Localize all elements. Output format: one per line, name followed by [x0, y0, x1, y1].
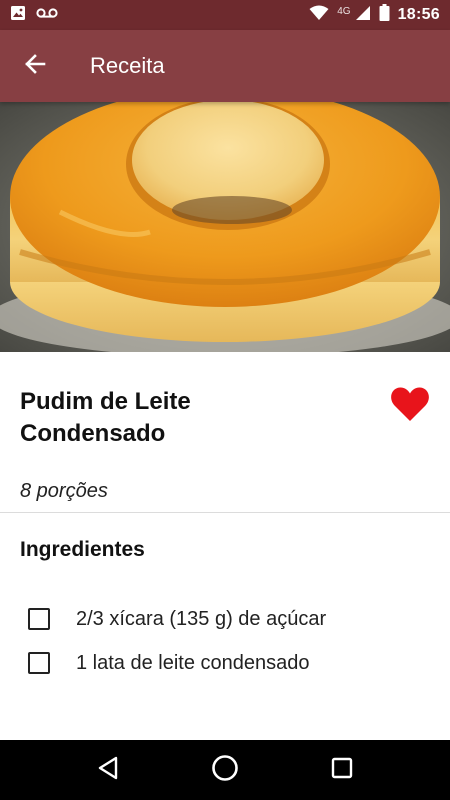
favorite-button[interactable] [390, 386, 430, 424]
recipe-image [0, 102, 450, 352]
title-row: Pudim de Leite Condensado [0, 352, 450, 462]
network-type: 4G [337, 5, 351, 17]
recipe-title: Pudim de Leite Condensado [20, 388, 191, 447]
ingredient-label: 2/3 xícara (135 g) de açúcar [76, 607, 327, 630]
nav-back-button[interactable] [78, 740, 138, 800]
back-button[interactable] [0, 30, 70, 102]
nav-home-button[interactable] [195, 740, 255, 800]
app-bar: Receita [0, 30, 450, 102]
status-left [10, 5, 58, 26]
battery-icon [379, 4, 390, 26]
arrow-back-icon [24, 53, 46, 80]
ingredient-checkbox[interactable] [28, 608, 50, 630]
ingredients-list: 2/3 xícara (135 g) de açúcar 1 lata de l… [28, 597, 428, 685]
home-circle-icon [211, 754, 239, 787]
divider [0, 512, 450, 513]
image-icon [10, 5, 26, 26]
nav-recents-button[interactable] [312, 740, 372, 800]
ingredient-checkbox[interactable] [28, 652, 50, 674]
ingredient-item[interactable]: 2/3 xícara (135 g) de açúcar [28, 597, 428, 641]
status-time: 18:56 [397, 6, 440, 23]
status-bar: 4G 18:56 [0, 0, 450, 30]
wifi-icon [309, 5, 329, 26]
ingredient-label: 1 lata de leite condensado [76, 651, 310, 674]
portions-text: 8 porções [20, 480, 108, 502]
signal-icon [355, 5, 371, 26]
navigation-bar [0, 740, 450, 800]
status-right: 4G 18:56 [309, 4, 440, 26]
ingredient-item[interactable]: 1 lata de leite condensado [28, 641, 428, 685]
page-title: Receita [90, 53, 165, 78]
ingredients-heading: Ingredientes [20, 538, 145, 561]
back-triangle-icon [97, 756, 119, 785]
recents-square-icon [331, 757, 353, 784]
recipe-content: Pudim de Leite Condensado 8 porções Ingr… [0, 352, 450, 674]
heart-icon [390, 387, 430, 426]
voicemail-icon [36, 6, 58, 24]
